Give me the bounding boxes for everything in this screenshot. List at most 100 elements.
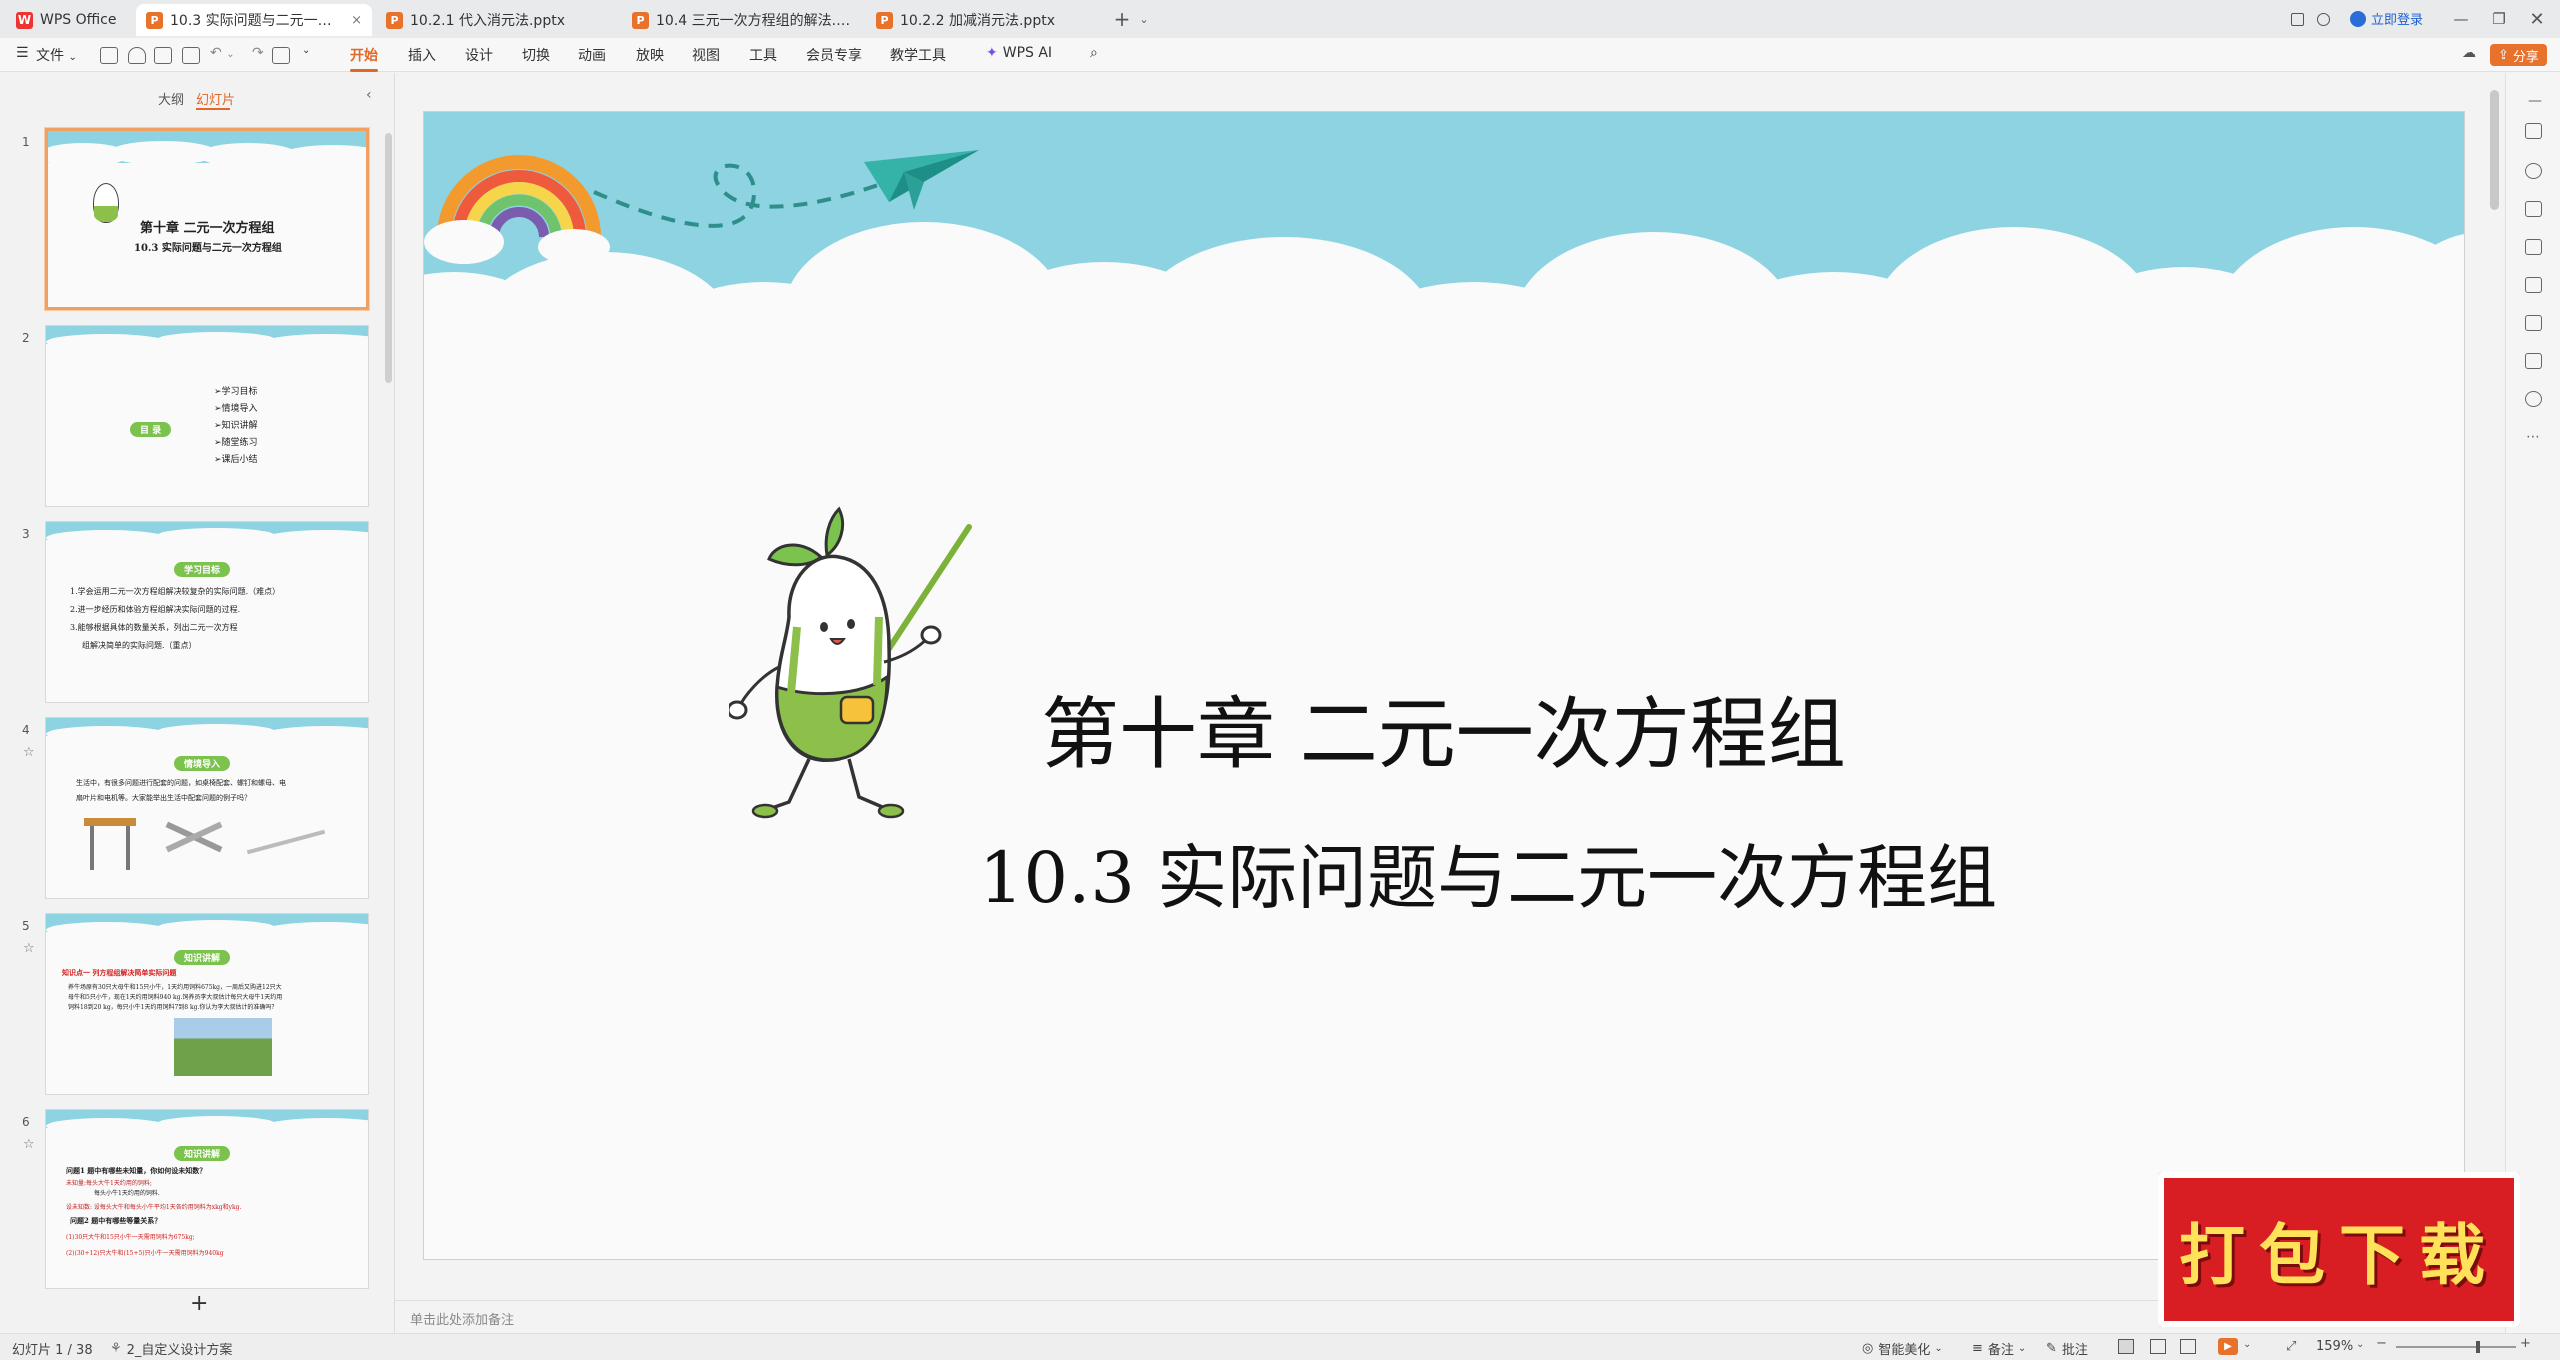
menu-teaching-tools[interactable]: 教学工具 <box>890 45 946 65</box>
slide-thumbnail-1[interactable]: 第十章 二元一次方程组 10.3 实际问题与二元一次方程组 <box>45 128 369 310</box>
chevron-down-icon[interactable]: ⌄ <box>2356 1339 2364 1350</box>
slide-scrollbar[interactable] <box>2490 90 2499 210</box>
smart-beautify-button[interactable]: ◎ 智能美化 ⌄ <box>1862 1339 1943 1358</box>
chevron-down-icon: ⌄ <box>2017 1343 2027 1354</box>
close-window-icon[interactable]: ✕ <box>2526 8 2548 30</box>
magic-icon[interactable] <box>2525 277 2542 293</box>
star-icon[interactable]: ☆ <box>23 745 35 760</box>
restore-icon[interactable]: ❐ <box>2488 8 2510 30</box>
zoom-slider-track[interactable] <box>2396 1346 2516 1348</box>
thumb-line: 组解决简单的实际问题.（重点） <box>82 641 197 650</box>
play-slideshow-icon[interactable]: ▶ <box>2218 1338 2238 1355</box>
thumb-cloud <box>266 1118 368 1134</box>
tab-wps-home[interactable]: W WPS Office <box>6 4 134 36</box>
status-bar: 幻灯片 1 / 38 ⚘ 2_自定义设计方案 ◎ 智能美化 ⌄ ≡ 备注 ⌄ ✎… <box>0 1333 2560 1360</box>
adjust-icon[interactable] <box>2525 123 2542 139</box>
document-tab[interactable]: P 10.2.2 加减消元法.pptx <box>866 4 1104 36</box>
undo-icon[interactable]: ↶ ⌄ <box>210 45 235 61</box>
slide-thumbnail-4[interactable]: 情境导入 生活中，有很多问题进行配套的问题，如桌椅配套、螺钉和螺母、电 扇叶片和… <box>45 717 369 899</box>
thumb-fan-image <box>246 829 326 855</box>
wps-ai-button[interactable]: ✦ WPS AI <box>986 45 1052 61</box>
notes-icon: ≡ <box>1972 1341 1983 1356</box>
slide-canvas[interactable]: 第十章 二元一次方程组 10.3 实际问题与二元一次方程组 <box>423 111 2465 1260</box>
download-banner[interactable]: 打包下载 <box>2158 1172 2520 1327</box>
more-icon[interactable]: ⋯ <box>2526 429 2540 445</box>
menu-slideshow[interactable]: 放映 <box>636 45 664 65</box>
slide-title[interactable]: 第十章 二元一次方程组 <box>1041 672 1846 784</box>
close-tab-icon[interactable]: × <box>345 13 362 28</box>
reading-view-icon[interactable] <box>2180 1339 2196 1354</box>
slides-tab[interactable]: 幻灯片 <box>196 89 235 108</box>
normal-view-icon[interactable] <box>2118 1339 2134 1354</box>
redo-icon[interactable]: ↷ <box>252 45 264 61</box>
thumb-number: 6 <box>22 1115 30 1129</box>
shirt-icon[interactable] <box>2525 353 2542 369</box>
app-name: WPS Office <box>40 12 117 28</box>
thumb-line: 3.能够根据具体的数量关系，列出二元一次方程 <box>70 623 238 632</box>
thumb-cattle-photo <box>174 1018 272 1076</box>
thumb-number: 1 <box>22 135 30 149</box>
hamburger-menu-icon[interactable]: ☰ <box>16 45 29 61</box>
smart-beautify-label: 智能美化 <box>1878 1343 1931 1358</box>
save-icon[interactable] <box>100 47 118 64</box>
zoom-out-icon[interactable]: − <box>2376 1336 2387 1351</box>
zoom-level[interactable]: 159% <box>2316 1339 2353 1354</box>
cloud-sync-icon[interactable]: ☁ <box>2462 45 2476 61</box>
export-icon[interactable] <box>128 47 146 64</box>
document-tab[interactable]: P 10.2.1 代入消元法.pptx <box>376 4 618 36</box>
window-layout-icon[interactable] <box>2286 8 2308 30</box>
outline-tab[interactable]: 大纲 <box>158 89 184 108</box>
notes-toggle-button[interactable]: ≡ 备注 ⌄ <box>1972 1339 2026 1358</box>
document-icon[interactable] <box>2525 315 2542 331</box>
menu-design[interactable]: 设计 <box>465 45 493 65</box>
favorite-icon[interactable] <box>2525 163 2542 179</box>
copy-icon[interactable] <box>2525 201 2542 217</box>
menu-insert[interactable]: 插入 <box>408 45 436 65</box>
thumb-item: ➢知识讲解 <box>214 421 258 431</box>
skin-icon[interactable] <box>2312 8 2334 30</box>
menu-home[interactable]: 开始 <box>350 45 378 72</box>
chevron-down-icon[interactable]: ⌄ <box>2243 1339 2251 1350</box>
add-slide-button[interactable]: + <box>190 1291 208 1316</box>
menu-view[interactable]: 视图 <box>692 45 720 65</box>
star-icon[interactable]: ☆ <box>23 1137 35 1152</box>
slide-thumbnail-5[interactable]: 知识讲解 知识点一 列方程组解决简单实际问题 养牛场原有30只大母牛和15只小牛… <box>45 913 369 1095</box>
collapse-panel-icon[interactable]: ‹ <box>366 87 372 103</box>
comment-button[interactable]: ✎ 批注 <box>2046 1339 2088 1358</box>
minimize-icon[interactable]: — <box>2450 8 2472 30</box>
menu-animation[interactable]: 动画 <box>578 45 606 65</box>
file-menu[interactable]: 文件 ⌄ <box>36 45 77 65</box>
menu-transition[interactable]: 切换 <box>522 45 550 65</box>
slide-thumbnail-3[interactable]: 学习目标 1.学会运用二元一次方程组解决较复杂的实际问题.（难点） 2.进一步经… <box>45 521 369 703</box>
presentation-file-icon: P <box>876 11 893 29</box>
document-tab[interactable]: P 10.4 三元一次方程组的解法.pptx <box>622 4 862 36</box>
thumbnail-scrollbar[interactable] <box>385 133 392 383</box>
new-tab-button[interactable]: + <box>1111 7 1133 31</box>
tab-list-chevron-icon[interactable]: ⌄ <box>1133 8 1155 30</box>
print-preview-icon[interactable] <box>182 47 200 64</box>
collapse-toolbar-icon[interactable]: — <box>2528 93 2542 109</box>
document-tab-active[interactable]: P 10.3 实际问题与二元一次方程 × <box>136 4 372 36</box>
zoom-slider-thumb[interactable] <box>2476 1341 2480 1353</box>
star-icon[interactable]: ☆ <box>23 941 35 956</box>
format-painter-icon[interactable] <box>272 47 290 64</box>
share-button[interactable]: ⇪ 分享 <box>2490 44 2547 66</box>
design-scheme[interactable]: ⚘ 2_自定义设计方案 <box>110 1339 232 1358</box>
edit-icon[interactable] <box>2525 239 2542 255</box>
search-icon[interactable]: ⌕ <box>1090 45 1098 61</box>
print-icon[interactable] <box>154 47 172 64</box>
menu-tools[interactable]: 工具 <box>749 45 777 65</box>
slide-sorter-icon[interactable] <box>2150 1339 2166 1354</box>
menu-member[interactable]: 会员专享 <box>806 45 862 65</box>
quick-access-chevron-icon[interactable]: ⌄ <box>302 45 310 56</box>
wps-ai-label: WPS AI <box>1002 45 1053 61</box>
zoom-in-icon[interactable]: + <box>2520 1336 2531 1351</box>
thumb-cloud <box>156 332 276 348</box>
slide-subtitle[interactable]: 10.3 实际问题与二元一次方程组 <box>979 822 1997 923</box>
slide-thumbnail-2[interactable]: 目 录 ➢学习目标 ➢情境导入 ➢知识讲解 ➢随堂练习 ➢课后小结 <box>45 325 369 507</box>
login-button[interactable]: 立即登录 <box>2350 9 2423 28</box>
beautify-icon: ◎ <box>1862 1341 1874 1356</box>
help-icon[interactable] <box>2525 391 2542 407</box>
slide-thumbnail-6[interactable]: 知识讲解 问题1 题中有哪些未知量，你如何设未知数？ 未知量:每头大牛1天约用的… <box>45 1109 369 1289</box>
fit-window-icon[interactable]: ⤢ <box>2286 1339 2296 1354</box>
